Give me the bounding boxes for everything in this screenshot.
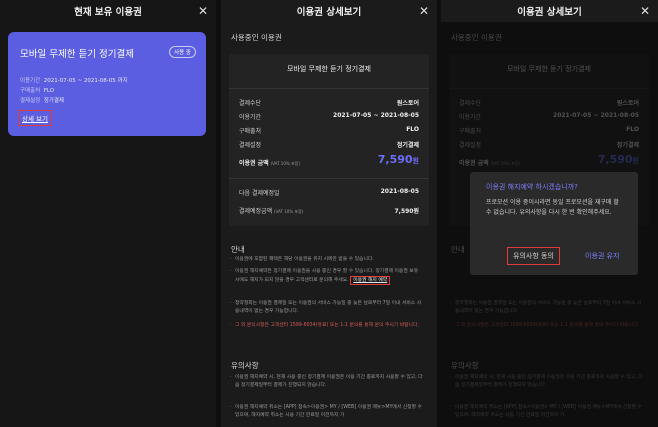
caution-heading: 유의사항 bbox=[231, 361, 259, 370]
pass-name: 모바일 무제한 듣기 정기결제 bbox=[287, 65, 371, 73]
vat-note: (VAT 10% 포함) bbox=[270, 161, 300, 166]
amount-label-text: 이용권 금액 bbox=[239, 160, 269, 167]
next-amount-label: 결제예정금액 bbox=[239, 208, 273, 215]
pass-name: 모바일 무제한 듣기 정기결제 bbox=[20, 49, 134, 60]
close-icon[interactable]: ✕ bbox=[419, 0, 429, 22]
value: 정기결제 bbox=[396, 142, 419, 149]
value: 2021-07-05 ~ 2021-08-05 bbox=[333, 112, 419, 119]
guide-heading: 안내 bbox=[231, 245, 245, 254]
vat-note: (VAT 10% 포함) bbox=[274, 209, 304, 214]
value: 7,590원 bbox=[394, 208, 420, 215]
guide-note-2: · 이용권 해지예약은 정기결제 이용권을 사용 중인 경우 할 수 있습니다. … bbox=[230, 268, 423, 286]
agree-button[interactable]: 유의사항 동의 bbox=[507, 247, 560, 265]
pass-card[interactable]: 모바일 무제한 듣기 정기결제 사용 중 이용기간 2021-07-05 ~ 2… bbox=[8, 32, 206, 136]
caution-note-1: · 이용권 해지예약 시, 현재 사용 중인 정기결제 이용권은 이용 기간 종료… bbox=[230, 375, 423, 388]
period-label: 이용기간 bbox=[20, 78, 41, 84]
caution-text-2: 이용권 해지예약 취소는 [APP] 접속>이용권> MY / [WEB] 이용… bbox=[235, 405, 422, 418]
divider bbox=[229, 178, 429, 179]
price-number: 7,590 bbox=[377, 153, 413, 166]
pass-detail-box: 모바일 무제한 듣기 정기결제 결제수단 원스토어 이용기간 2021-07-05 … bbox=[229, 54, 429, 226]
label: 결제설정 bbox=[239, 142, 262, 149]
setting-row: 결제설정 정기결제 bbox=[239, 140, 419, 149]
pay-method-row: 결제수단 원스토어 bbox=[239, 98, 419, 107]
method-value: 정기결제 bbox=[43, 98, 64, 104]
caution-note-2: · 이용권 해지예약 취소는 [APP] 접속>이용권> MY / [WEB] 이… bbox=[230, 405, 422, 418]
value: 2021-08-05 bbox=[380, 188, 419, 195]
value: 원스토어 bbox=[396, 100, 419, 107]
label: 이용기간 bbox=[239, 114, 262, 121]
method-label: 결제설정 bbox=[20, 98, 41, 104]
period-value: 2021-07-05 ~ 2021-08-05 까지 bbox=[43, 78, 128, 84]
page-title: 이용권 상세보기 bbox=[517, 7, 582, 18]
source-row: 구매출처 FLO bbox=[239, 126, 419, 135]
guide-text-2: 이용권 해지예약은 정기결제 이용권을 사용 중인 경우 할 수 있습니다. 정… bbox=[235, 269, 419, 283]
panel-current-pass: 현재 보유 이용권 ✕ 모바일 무제한 듣기 정기결제 사용 중 이용기간 20… bbox=[0, 0, 216, 427]
guide-text-1: 이용권에 포함된 혜택은 해당 이용권을 유지 시에만 받을 수 있습니다. bbox=[235, 257, 374, 262]
guide-text-4: 그 외 문의사항은 고객센터 1599-6034(유료) 또는 1:1 문의를 … bbox=[235, 323, 419, 328]
purchase-row: 구매출처 FLO bbox=[20, 86, 54, 94]
header: 이용권 상세보기 ✕ bbox=[441, 0, 658, 22]
dialog-message: 프로모션 이용 중이시라면 동일 프로모션을 재구매 할 수 없습니다. 유의사… bbox=[486, 199, 619, 216]
status-badge: 사용 중 bbox=[169, 46, 196, 58]
view-detail-link[interactable]: 상세 보기 bbox=[18, 110, 52, 126]
close-icon[interactable]: ✕ bbox=[640, 0, 650, 22]
label: 결제예정금액 (VAT 10% 포함) bbox=[239, 206, 303, 215]
period-row: 이용기간 2021-07-05 ~ 2021-08-05 bbox=[239, 112, 419, 121]
caution-text-1: 이용권 해지예약 시, 현재 사용 중인 정기결제 이용권은 이용 기간 종료까… bbox=[235, 375, 423, 388]
amount-label: 이용권 금액 (VAT 10% 포함) bbox=[239, 158, 300, 167]
guide-note-3: · 청약철회는 이용권 결제일 또는 이용권의 서비스 가능일 중 늦은 날로부터… bbox=[230, 301, 422, 314]
price-unit: 원 bbox=[412, 157, 419, 165]
using-pass-heading: 사용중인 이용권 bbox=[231, 33, 282, 42]
next-amount-row: 결제예정금액 (VAT 10% 포함) 7,590원 bbox=[239, 206, 419, 215]
next-date-row: 다음 결제예정일 2021-08-05 bbox=[239, 188, 419, 197]
keep-pass-button[interactable]: 이용권 유지 bbox=[585, 251, 619, 261]
page-title: 이용권 상세보기 bbox=[296, 7, 362, 18]
label: 다음 결제예정일 bbox=[239, 190, 280, 197]
label: 결제수단 bbox=[239, 100, 262, 107]
purchase-label: 구매출처 bbox=[20, 88, 41, 94]
page-title: 현재 보유 이용권 bbox=[74, 7, 142, 18]
divider bbox=[229, 88, 429, 89]
value: FLO bbox=[406, 126, 419, 133]
panel-pass-detail: 이용권 상세보기 ✕ 사용중인 이용권 모바일 무제한 듣기 정기결제 결제수단… bbox=[221, 0, 437, 427]
method-row: 결제설정 정기결제 bbox=[20, 96, 64, 104]
guide-text-3: 청약철회는 이용권 결제일 또는 이용권의 서비스 가능일 중 늦은 날로부터 … bbox=[235, 301, 422, 314]
period-row: 이용기간 2021-07-05 ~ 2021-08-05 까지 bbox=[20, 76, 128, 84]
header: 현재 보유 이용권 ✕ bbox=[0, 0, 216, 22]
guide-note-1: · 이용권에 포함된 혜택은 해당 이용권을 유지 시에만 받을 수 있습니다. bbox=[230, 257, 374, 262]
close-icon[interactable]: ✕ bbox=[198, 0, 208, 22]
guide-note-4: · 그 외 문의사항은 고객센터 1599-6034(유료) 또는 1:1 문의를… bbox=[230, 323, 419, 328]
cancel-reservation-link[interactable]: 이용권 해지 예약 bbox=[350, 275, 391, 286]
price-value: 7,590원 bbox=[378, 153, 419, 166]
dialog-question: 이용권 해지예약 하시겠습니까? bbox=[486, 183, 578, 191]
label: 구매출처 bbox=[239, 128, 262, 135]
header: 이용권 상세보기 ✕ bbox=[221, 0, 437, 22]
purchase-value: FLO bbox=[43, 88, 55, 94]
cancel-confirm-dialog: 이용권 해지예약 하시겠습니까? 프로모션 이용 중이시라면 동일 프로모션을 … bbox=[470, 172, 638, 275]
